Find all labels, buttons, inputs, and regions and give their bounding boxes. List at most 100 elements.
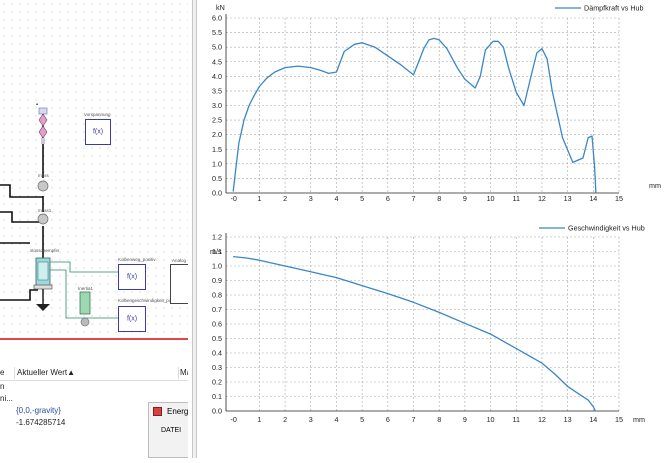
x-tick-label: 11 [513,415,520,424]
x-tick-label: 4 [334,194,338,203]
x-tick-label: 9 [463,415,467,424]
x-tick-label: 1 [257,194,261,203]
x-tick-label: 9 [463,194,467,203]
y-tick-label: 3.5 [212,86,222,95]
x-tick-label: 5 [360,194,364,203]
column-header-current-value[interactable]: Aktueller Wert▲ [14,367,75,379]
property-value: {0,0,-gravity} [16,406,61,415]
y-tick-label: 0.7 [212,305,222,314]
popup-label: Energ [167,407,188,416]
fx-label: f(x) [126,315,138,323]
y-tick-label: 1.2 [212,233,222,242]
y-tick-label: 0.9 [212,276,222,285]
function-block-kolbengeschwindigkeit[interactable]: f(x) [118,306,146,332]
property-value: -1.674285714 [16,418,66,427]
x-tick-label: 7 [412,194,416,203]
wire-left-1 [0,184,43,198]
y-axis-unit: kN [216,3,225,12]
function-block-kolbenweg[interactable]: f(x) [118,264,146,290]
function-block-analog[interactable] [170,264,188,304]
y-tick-label: 4.0 [212,72,222,81]
y-tick-label: 2.5 [212,116,222,125]
y-tick-label: 0.8 [212,291,222,300]
y-tick-label: 0.0 [212,407,222,416]
x-tick-label: 3 [309,415,313,424]
y-tick-label: 0.1 [212,392,222,401]
x-axis-unit: mm [633,415,645,424]
column-header-extra[interactable]: Ma [178,367,188,379]
block-label-analog: Analog [172,258,187,263]
series-line[interactable] [233,255,596,412]
block-label-kolbenweg: Kolbenweg_positiv [118,257,156,262]
fx-label: f(x) [92,128,104,136]
wire-left-4 [0,289,38,301]
property-name: n [0,382,5,391]
block-label-mass: mass [38,173,49,178]
mass-ball-icon[interactable] [37,180,49,192]
x-tick-label: 6 [386,415,390,424]
y-tick-label: 1.0 [212,159,222,168]
spring-element[interactable] [38,107,48,144]
y-tick-label: 6.0 [212,14,222,23]
pane-divider [0,338,188,340]
x-tick-label: 2 [283,415,287,424]
x-tick-label: 8 [437,415,441,424]
x-tick-label: 15 [615,415,623,424]
y-axis-unit: m/s [210,247,222,256]
x-tick-label: 12 [538,415,546,424]
column-header-name[interactable]: e [0,367,4,379]
block-label-vorspannung: Vorspannung [84,112,111,117]
y-tick-label: 2.0 [212,130,222,139]
x-tick-label: 14 [589,415,597,424]
model-diagram-canvas[interactable]: ▴ mass mass1 stossdaempfer Inertia1 Vors… [0,0,188,338]
plot-canvas: 0.0 0.5 1.0 1.5 2.0 2.5 3.0 3.5 4.0 4.5 5.0 5.5 6.0 -… [210,3,661,424]
plot-pane: 0.0 0.5 1.0 1.5 2.0 2.5 3.0 3.5 4.0 4.5 5.0 5.5 6.0 -… [197,0,667,458]
x-tick-label: 8 [437,194,441,203]
y-tick-label: 5.0 [212,43,222,52]
block-label-mass1: mass1 [38,208,52,213]
y-tick-label: 1.5 [212,145,222,154]
mass-ball-icon[interactable] [37,213,49,225]
x-tick-label: 15 [615,194,623,203]
x-tick-label: -0 [231,415,237,424]
x-tick-label: 11 [513,194,520,203]
x-tick-label: 12 [538,194,546,203]
x-tick-label: 5 [360,415,364,424]
model-editor-pane: ▴ mass mass1 stossdaempfer Inertia1 Vors… [0,0,188,458]
x-tick-label: 4 [334,415,338,424]
y-tick-label: 5.5 [212,28,222,37]
y-tick-label: 0.4 [212,349,222,358]
y-tick-label: 4.5 [212,57,222,66]
signal-wire-1 [50,261,118,273]
energy-popup[interactable]: Energ DATEI [148,402,188,458]
property-row[interactable]: n [0,381,188,393]
damper-element[interactable] [33,257,53,311]
x-tick-label: -0 [231,194,237,203]
model-diagram [0,107,118,327]
x-tick-label: 7 [412,415,416,424]
y-tick-label: 0.5 [212,174,222,183]
y-tick-label: 3.0 [212,101,222,110]
x-tick-label: 1 [257,415,261,424]
block-label-inertia: Inertia1 [78,286,94,291]
x-tick-label: 10 [487,415,495,424]
x-tick-label: 3 [309,194,313,203]
property-name: ni... [0,394,13,403]
legend-label: Dämpfkraft vs Hub [584,4,644,13]
energy-icon [153,407,162,416]
popup-sub-label: DATEI [161,427,182,434]
y-tick-label: 0.0 [212,189,222,198]
y-tick-label: 1.0 [212,262,222,271]
x-tick-label: 13 [564,415,572,424]
x-tick-label: 13 [564,194,572,203]
wire-left-2 [0,211,43,223]
fx-label: f(x) [126,273,138,281]
inertia-element[interactable] [79,291,91,327]
y-tick-label: 0.5 [212,334,222,343]
function-block-vorspannung[interactable]: f(x) [85,119,111,145]
x-axis-unit: mm [649,181,661,190]
x-tick-label: 10 [487,194,495,203]
y-tick-label: 0.6 [212,320,222,329]
x-tick-label: 6 [386,194,390,203]
x-tick-label: 14 [589,194,597,203]
